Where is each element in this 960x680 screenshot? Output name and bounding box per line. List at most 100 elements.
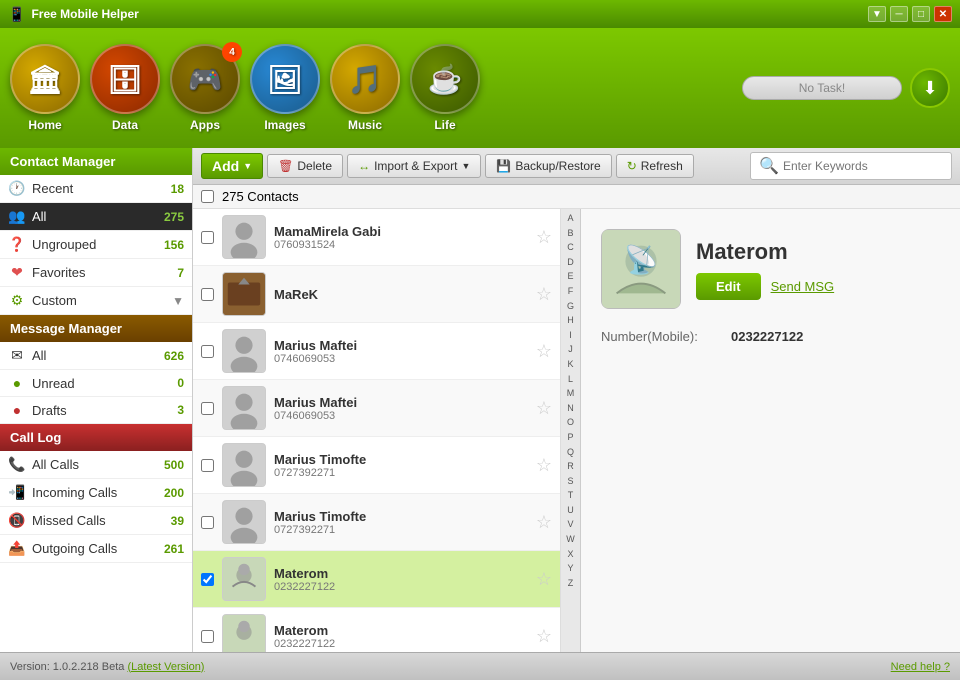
add-button[interactable]: Add ▼ — [201, 153, 263, 179]
star-icon-0[interactable]: ☆ — [536, 227, 552, 248]
sidebar-item-all-calls[interactable]: 📞 All Calls 500 — [0, 451, 192, 479]
star-icon-3[interactable]: ☆ — [536, 398, 552, 419]
collapse-button[interactable]: ▼ — [868, 6, 886, 22]
contact-row-0[interactable]: MamaMirela Gabi 0760931524 ☆ — [193, 209, 560, 266]
alpha-y[interactable]: Y — [567, 561, 573, 576]
alpha-l[interactable]: L — [568, 372, 573, 387]
star-icon-7[interactable]: ☆ — [536, 626, 552, 647]
import-export-arrow: ▼ — [461, 161, 470, 171]
alpha-x[interactable]: X — [567, 547, 573, 562]
sidebar-item-ungrouped[interactable]: ❓ Ungrouped 156 — [0, 231, 192, 259]
alpha-a[interactable]: A — [567, 211, 573, 226]
alpha-f[interactable]: F — [568, 284, 574, 299]
contact-checkbox-6[interactable] — [201, 573, 214, 586]
star-icon-5[interactable]: ☆ — [536, 512, 552, 533]
nav-apps[interactable]: 🎮 4 Apps — [170, 44, 240, 132]
nav-images[interactable]: 🖼 Images — [250, 44, 320, 132]
contact-info-6: Materom 0232227122 — [274, 566, 528, 593]
sidebar-item-msg-all[interactable]: ✉ All 626 — [0, 342, 192, 370]
sidebar-item-favorites[interactable]: ❤ Favorites 7 — [0, 259, 192, 287]
sidebar-item-missed[interactable]: 📵 Missed Calls 39 — [0, 507, 192, 535]
nav-life[interactable]: ☕ Life — [410, 44, 480, 132]
backup-icon: 💾 — [496, 159, 511, 173]
sidebar-item-unread[interactable]: ● Unread 0 — [0, 370, 192, 397]
contact-row-4[interactable]: Marius Timofte 0727392271 ☆ — [193, 437, 560, 494]
sidebar-item-all[interactable]: 👥 All 275 — [0, 203, 192, 231]
favorites-icon: ❤ — [8, 264, 26, 281]
alpha-t[interactable]: T — [568, 488, 574, 503]
delete-button[interactable]: 🗑 Delete — [267, 154, 343, 178]
alpha-r[interactable]: R — [567, 459, 574, 474]
contact-checkbox-5[interactable] — [201, 516, 214, 529]
star-icon-1[interactable]: ☆ — [536, 284, 552, 305]
latest-version-link[interactable]: (Latest Version) — [127, 661, 204, 673]
help-link[interactable]: Need help ? — [891, 661, 950, 673]
send-msg-button[interactable]: Send MSG — [771, 273, 835, 300]
contact-name-3: Marius Maftei — [274, 395, 528, 410]
contact-checkbox-1[interactable] — [201, 288, 214, 301]
alpha-e[interactable]: E — [567, 269, 573, 284]
contact-row-5[interactable]: Marius Timofte 0727392271 ☆ — [193, 494, 560, 551]
calllog-header: Call Log — [0, 424, 192, 451]
alpha-d[interactable]: D — [567, 255, 574, 270]
star-icon-6[interactable]: ☆ — [536, 569, 552, 590]
edit-button[interactable]: Edit — [696, 273, 761, 300]
import-export-button[interactable]: ↔ Import & Export ▼ — [347, 154, 481, 178]
nav-images-label: Images — [264, 118, 305, 132]
alpha-s[interactable]: S — [567, 474, 573, 489]
download-button[interactable]: ⬇ — [910, 68, 950, 108]
alpha-g[interactable]: G — [567, 299, 574, 314]
contact-manager-header: Contact Manager — [0, 148, 192, 175]
alpha-n[interactable]: N — [567, 401, 574, 416]
alpha-b[interactable]: B — [567, 226, 573, 241]
contact-checkbox-4[interactable] — [201, 459, 214, 472]
alpha-v[interactable]: V — [567, 517, 573, 532]
sidebar-item-drafts[interactable]: ● Drafts 3 — [0, 397, 192, 424]
alpha-w[interactable]: W — [566, 532, 575, 547]
contact-row-7[interactable]: Materom 0232227122 ☆ — [193, 608, 560, 652]
contact-avatar-3 — [222, 386, 266, 430]
msg-all-count: 626 — [164, 349, 184, 363]
alpha-u[interactable]: U — [567, 503, 574, 518]
alpha-c[interactable]: C — [567, 240, 574, 255]
contact-checkbox-2[interactable] — [201, 345, 214, 358]
alpha-o[interactable]: O — [567, 415, 574, 430]
ungrouped-icon: ❓ — [8, 236, 26, 253]
backup-restore-button[interactable]: 💾 Backup/Restore — [485, 154, 611, 178]
contact-row-2[interactable]: Marius Maftei 0746069053 ☆ — [193, 323, 560, 380]
alpha-z[interactable]: Z — [568, 576, 574, 591]
alpha-k[interactable]: K — [567, 357, 573, 372]
contact-row-1[interactable]: MaReK ☆ — [193, 266, 560, 323]
maximize-button[interactable]: □ — [912, 6, 930, 22]
contact-checkbox-0[interactable] — [201, 231, 214, 244]
contact-phone-7: 0232227122 — [274, 638, 528, 650]
search-input[interactable] — [783, 159, 943, 173]
alpha-j[interactable]: J — [568, 342, 573, 357]
sidebar-item-custom[interactable]: ⚙ Custom ▼ — [0, 287, 192, 315]
nav-music[interactable]: 🎵 Music — [330, 44, 400, 132]
contact-checkbox-3[interactable] — [201, 402, 214, 415]
star-icon-4[interactable]: ☆ — [536, 455, 552, 476]
import-export-label: Import & Export — [374, 159, 457, 173]
contact-row-6[interactable]: Materom 0232227122 ☆ — [193, 551, 560, 608]
contact-checkbox-7[interactable] — [201, 630, 214, 643]
alpha-h[interactable]: H — [567, 313, 574, 328]
nav-home[interactable]: 🏛 Home — [10, 44, 80, 132]
sidebar-item-incoming[interactable]: 📲 Incoming Calls 200 — [0, 479, 192, 507]
minimize-button[interactable]: ─ — [890, 6, 908, 22]
alpha-i[interactable]: I — [569, 328, 572, 343]
nav-data[interactable]: 🗄 Data — [90, 44, 160, 132]
sidebar-item-outgoing[interactable]: 📤 Outgoing Calls 261 — [0, 535, 192, 563]
close-button[interactable]: ✕ — [934, 6, 952, 22]
refresh-button[interactable]: ↻ Refresh — [616, 154, 694, 178]
alpha-q[interactable]: Q — [567, 445, 574, 460]
backup-restore-label: Backup/Restore — [515, 159, 600, 173]
app-title: Free Mobile Helper — [31, 7, 138, 21]
star-icon-2[interactable]: ☆ — [536, 341, 552, 362]
contact-row-3[interactable]: Marius Maftei 0746069053 ☆ — [193, 380, 560, 437]
sidebar-item-recent[interactable]: 🕐 Recent 18 — [0, 175, 192, 203]
alpha-m[interactable]: M — [567, 386, 575, 401]
select-all-checkbox[interactable] — [201, 190, 214, 203]
contact-phone-6: 0232227122 — [274, 581, 528, 593]
alpha-p[interactable]: P — [567, 430, 573, 445]
